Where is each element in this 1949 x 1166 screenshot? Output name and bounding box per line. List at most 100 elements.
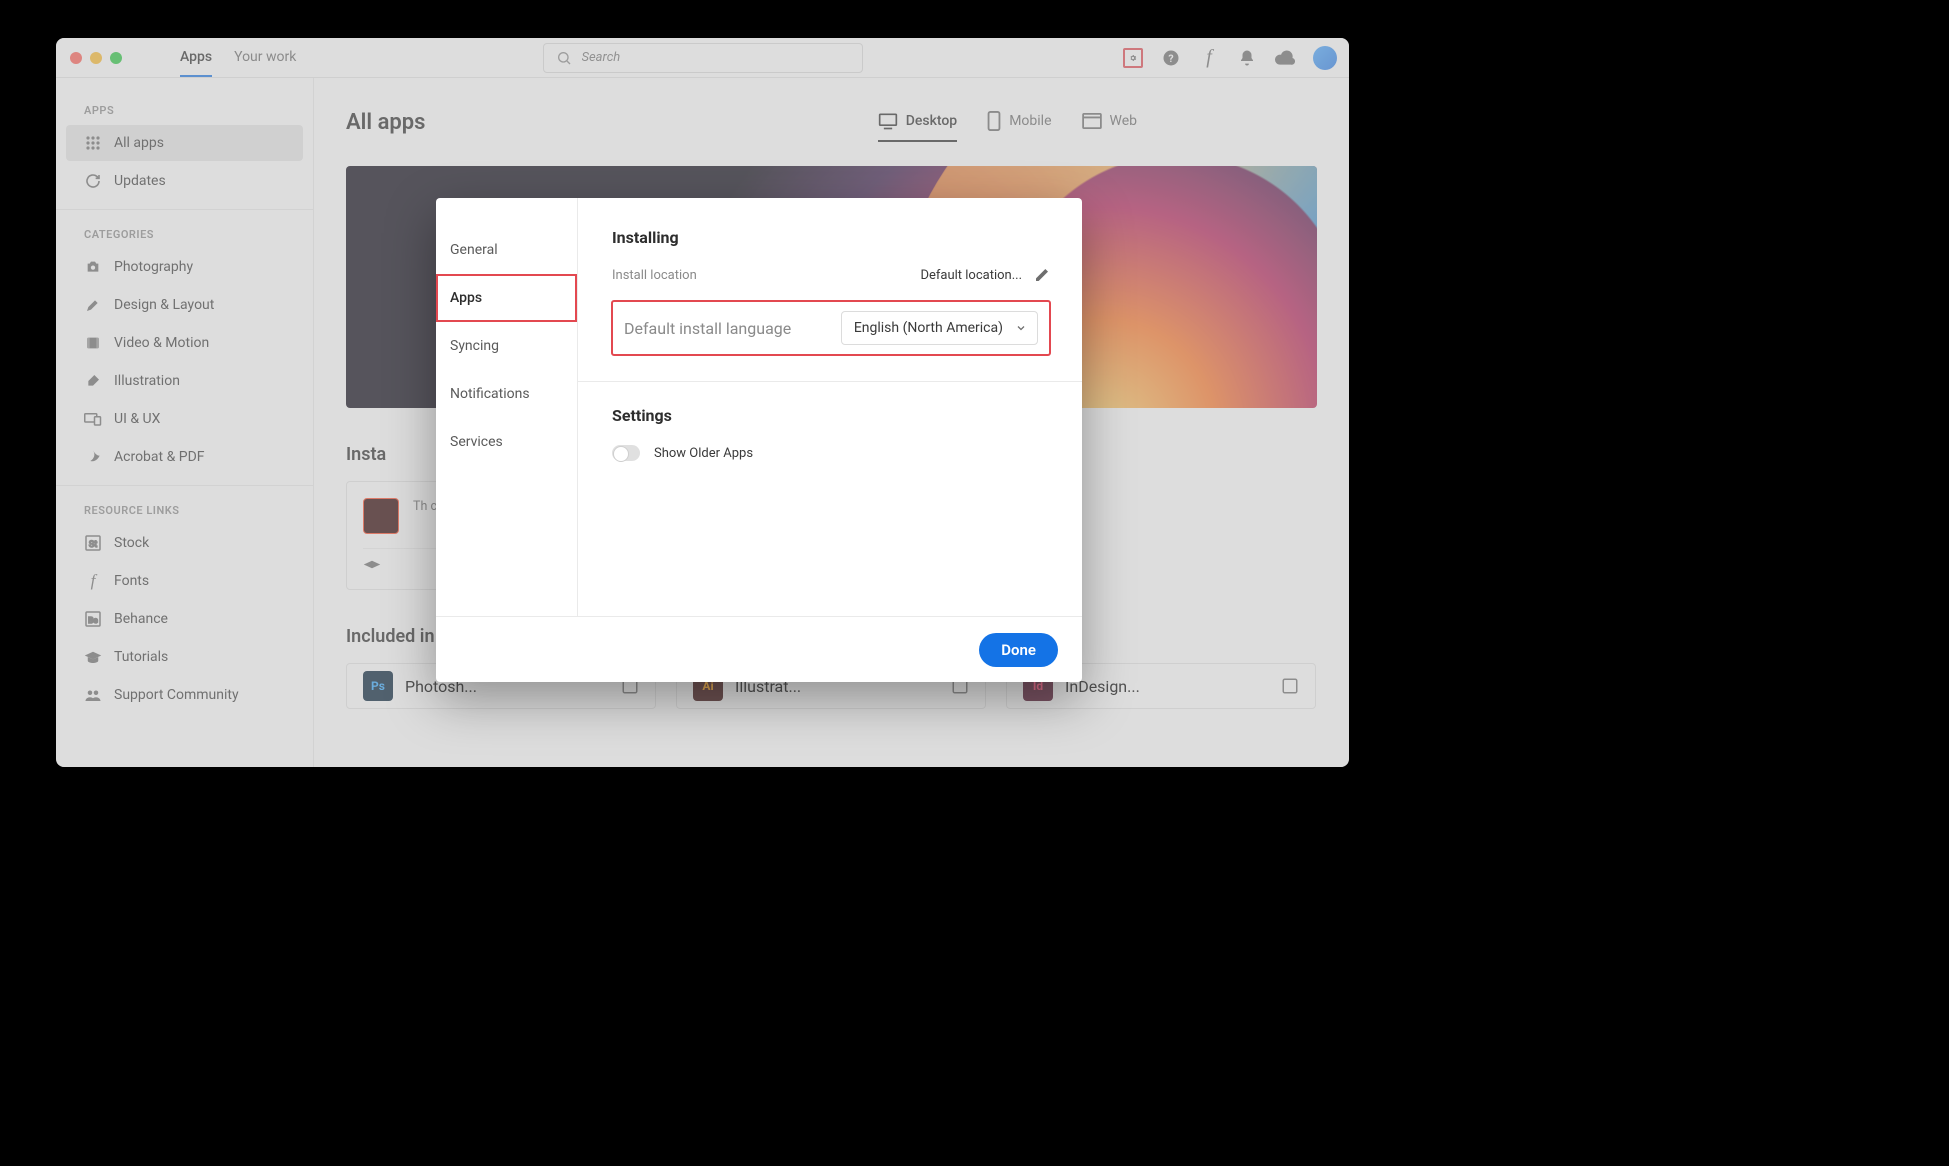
- sidebar-item-label: Stock: [114, 535, 149, 551]
- window-controls: [56, 52, 122, 64]
- sidebar-item-illustration[interactable]: Illustration: [66, 363, 303, 399]
- sidebar-item-label: Behance: [114, 611, 168, 627]
- sidebar-item-design-layout[interactable]: Design & Layout: [66, 287, 303, 323]
- platform-tab-web[interactable]: Web: [1082, 102, 1138, 142]
- modal-side-item-apps[interactable]: Apps: [436, 274, 577, 322]
- preferences-modal: General Apps Syncing Notifications Servi…: [436, 198, 1082, 682]
- grad-cap-icon: [363, 559, 381, 573]
- default-language-row: Default install language English (North …: [612, 301, 1050, 355]
- modal-side-item-services[interactable]: Services: [436, 418, 577, 466]
- sidebar-item-label: UI & UX: [114, 411, 160, 427]
- modal-side-item-syncing[interactable]: Syncing: [436, 322, 577, 370]
- web-icon: [1082, 113, 1102, 129]
- sidebar-item-acrobat-pdf[interactable]: Acrobat & PDF: [66, 439, 303, 475]
- default-language-select[interactable]: English (North America): [841, 311, 1038, 345]
- platform-tabs: Desktop Mobile Web: [878, 102, 1137, 142]
- app-window: Apps Your work ? f: [56, 38, 1349, 767]
- maximize-window-button[interactable]: [110, 52, 122, 64]
- sidebar-heading-categories: CATEGORIES: [56, 220, 313, 249]
- search-wrap: [543, 43, 863, 73]
- sidebar-item-updates[interactable]: Updates: [66, 163, 303, 199]
- sidebar-item-all-apps[interactable]: All apps: [66, 125, 303, 161]
- close-window-button[interactable]: [70, 52, 82, 64]
- search-box[interactable]: [543, 43, 863, 73]
- tab-apps[interactable]: Apps: [180, 38, 212, 77]
- people-icon: [84, 686, 102, 704]
- mobile-icon: [987, 111, 1001, 131]
- bell-icon[interactable]: [1237, 48, 1257, 68]
- cloud-icon[interactable]: [1275, 48, 1295, 68]
- sidebar-item-label: All apps: [114, 135, 164, 151]
- sidebar-item-label: Support Community: [114, 687, 239, 703]
- acrobat-icon: [84, 448, 102, 466]
- default-language-label: Default install language: [624, 319, 791, 338]
- titlebar: Apps Your work ? f: [56, 38, 1349, 78]
- page-title: All apps: [346, 110, 425, 135]
- modal-body: General Apps Syncing Notifications Servi…: [436, 198, 1082, 616]
- tab-your-work[interactable]: Your work: [234, 38, 296, 77]
- titlebar-actions: ? f: [1123, 46, 1337, 70]
- settings-gear-icon[interactable]: [1123, 48, 1143, 68]
- platform-tab-label: Desktop: [906, 113, 957, 129]
- sidebar-item-label: Illustration: [114, 373, 180, 389]
- grad-cap-icon: [84, 648, 102, 666]
- chevron-down-icon: [1015, 322, 1027, 334]
- app-chip-ps: Ps: [363, 671, 393, 701]
- sidebar-item-label: Tutorials: [114, 649, 168, 665]
- show-older-label: Show Older Apps: [654, 446, 753, 461]
- install-location-row: Install location Default location...: [612, 267, 1050, 283]
- done-button[interactable]: Done: [979, 633, 1058, 667]
- sidebar-item-fonts[interactable]: f Fonts: [66, 563, 303, 599]
- search-input[interactable]: [582, 50, 852, 65]
- show-older-row: Show Older Apps: [612, 445, 1050, 461]
- fonts-icon: f: [84, 572, 102, 590]
- platform-tab-mobile[interactable]: Mobile: [987, 102, 1051, 142]
- sidebar-item-tutorials[interactable]: Tutorials: [66, 639, 303, 675]
- sidebar-item-ui-ux[interactable]: UI & UX: [66, 401, 303, 437]
- settings-heading: Settings: [612, 406, 1050, 425]
- search-icon: [554, 48, 574, 68]
- behance-icon: Be: [84, 610, 102, 628]
- sidebar-item-video-motion[interactable]: Video & Motion: [66, 325, 303, 361]
- desktop-icon: [878, 112, 898, 130]
- pencil-icon[interactable]: [1034, 267, 1050, 283]
- help-icon[interactable]: ?: [1161, 48, 1181, 68]
- svg-text:Be: Be: [88, 616, 98, 625]
- sidebar-divider: [56, 209, 313, 210]
- brush-icon: [84, 372, 102, 390]
- app-icon: [363, 498, 399, 534]
- devices-icon: [84, 410, 102, 428]
- avatar[interactable]: [1313, 46, 1337, 70]
- modal-main: Installing Install location Default loca…: [578, 198, 1082, 616]
- modal-side-item-notifications[interactable]: Notifications: [436, 370, 577, 418]
- select-value: English (North America): [854, 320, 1003, 336]
- platform-tab-desktop[interactable]: Desktop: [878, 102, 957, 142]
- sidebar-heading-apps: APPS: [56, 96, 313, 125]
- modal-divider: [578, 381, 1082, 382]
- modal-footer: Done: [436, 616, 1082, 682]
- fonts-icon[interactable]: f: [1199, 48, 1219, 68]
- sidebar-item-behance[interactable]: Be Behance: [66, 601, 303, 637]
- sidebar-item-stock[interactable]: St Stock: [66, 525, 303, 561]
- show-older-toggle[interactable]: [612, 445, 640, 461]
- film-icon: [84, 334, 102, 352]
- stock-icon: St: [84, 534, 102, 552]
- sidebar-item-label: Photography: [114, 259, 193, 275]
- sidebar-item-label: Fonts: [114, 573, 149, 589]
- svg-text:St: St: [89, 540, 97, 550]
- refresh-icon: [84, 172, 102, 190]
- main-header: All apps Desktop Mobile Web: [346, 102, 1317, 142]
- sidebar-item-label: Video & Motion: [114, 335, 209, 351]
- sidebar-item-support-community[interactable]: Support Community: [66, 677, 303, 713]
- install-location-label: Install location: [612, 268, 697, 283]
- sidebar-heading-resource: RESOURCE LINKS: [56, 496, 313, 525]
- grid-icon: [84, 134, 102, 152]
- camera-icon: [84, 258, 102, 276]
- install-location-value: Default location...: [920, 268, 1022, 283]
- more-icon[interactable]: [1281, 677, 1299, 695]
- minimize-window-button[interactable]: [90, 52, 102, 64]
- installing-heading: Installing: [612, 228, 1050, 247]
- modal-side-item-general[interactable]: General: [436, 226, 577, 274]
- sidebar-item-photography[interactable]: Photography: [66, 249, 303, 285]
- sidebar: APPS All apps Updates CATEGORIES Photogr…: [56, 78, 314, 767]
